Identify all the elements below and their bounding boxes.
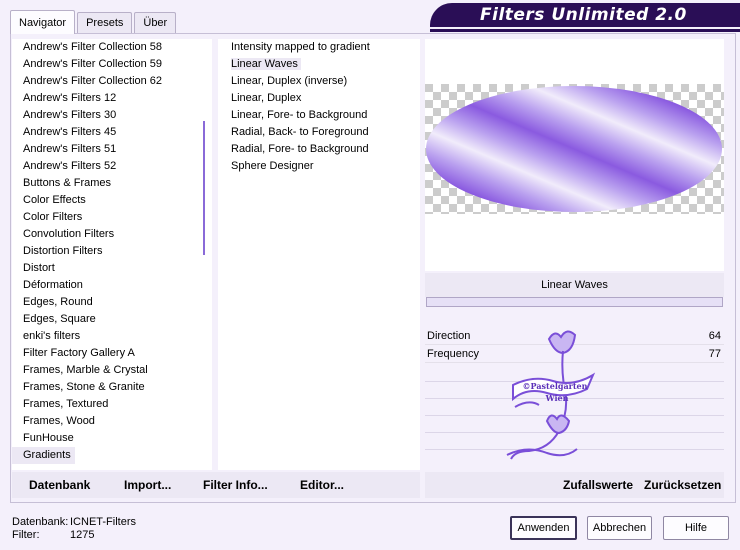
category-item[interactable]: Color Effects [12,192,198,209]
watermark-text: Wien [545,393,569,403]
category-item[interactable]: Color Filters [12,209,198,226]
category-list[interactable]: Andrew's Filter Collection 58 Andrew's F… [12,39,198,470]
filter-item[interactable]: Sphere Designer [218,158,420,175]
hilfe-button[interactable]: Hilfe [663,516,729,540]
anwenden-button[interactable]: Anwenden [510,516,577,540]
param-value: 77 [708,348,721,360]
category-item[interactable]: Filter Factory Gallery A [12,345,198,362]
tab-bar: Navigator Presets Über [10,10,178,34]
watermark-text: ©Pastelgarten [523,381,588,391]
category-item[interactable]: Frames, Wood [12,413,198,430]
scrollbar-thumb[interactable] [203,121,205,255]
category-item[interactable]: Déformation [12,277,198,294]
tab-presets[interactable]: Presets [77,12,133,34]
filter-item[interactable]: Intensity mapped to gradient [218,39,420,56]
category-item[interactable]: Andrew's Filters 12 [12,90,198,107]
category-item[interactable]: Andrew's Filters 51 [12,141,198,158]
status-value: 1275 [70,529,95,541]
zuruecksetzen-button[interactable]: Zurücksetzen [644,478,721,492]
watermark-logo: ©Pastelgarten Wien [506,330,596,460]
category-item[interactable]: Frames, Textured [12,396,198,413]
status-value: ICNET-Filters [70,516,136,528]
category-item[interactable]: Andrew's Filter Collection 58 [12,39,198,56]
category-item[interactable]: Frames, Marble & Crystal [12,362,198,379]
filter-item[interactable]: Linear, Duplex [218,90,420,107]
app-title: Filters Unlimited 2.0 [430,3,740,32]
preview-image [425,84,724,214]
filter-item[interactable]: Linear, Fore- to Background [218,107,420,124]
filter-item[interactable]: Linear, Duplex (inverse) [218,73,420,90]
category-item[interactable]: FunHouse [12,430,198,447]
filter-item-label: Linear Waves [231,58,301,70]
category-item-selected[interactable]: Gradients [12,447,75,464]
filter-item-selected[interactable]: Linear Waves [218,56,420,73]
param-label: Frequency [427,348,479,360]
status-filter-count: Filter: 1275 [12,529,94,541]
category-item[interactable]: Distortion Filters [12,243,198,260]
category-item[interactable]: enki's filters [12,328,198,345]
tab-ueber[interactable]: Über [134,12,177,34]
category-scrollbar[interactable] [198,39,212,470]
category-item[interactable]: Andrew's Filters 30 [12,107,198,124]
category-item[interactable]: Andrew's Filter Collection 59 [12,56,198,73]
preview-pane [425,39,724,271]
tab-navigator[interactable]: Navigator [10,10,76,34]
datenbank-button[interactable]: Datenbank [29,478,90,492]
param-value: 64 [708,330,721,342]
filter-item[interactable]: Radial, Fore- to Background [218,141,420,158]
param-label: Direction [427,330,471,342]
filters-unlimited-dialog: Filters Unlimited 2.0 Navigator Presets … [0,0,740,550]
status-datenbank: Datenbank: ICNET-Filters [12,516,136,528]
filter-item[interactable]: Radial, Back- to Foreground [218,124,420,141]
current-filter-name: Linear Waves [425,273,724,297]
zufallswerte-button[interactable]: Zufallswerte [563,478,633,492]
category-item[interactable]: Edges, Round [12,294,198,311]
editor-button[interactable]: Editor... [300,478,344,492]
status-label: Filter: [12,529,40,541]
category-item[interactable]: Andrew's Filters 45 [12,124,198,141]
category-item[interactable]: Andrew's Filter Collection 62 [12,73,198,90]
filter-list[interactable]: Intensity mapped to gradient Linear Wave… [218,39,420,470]
filter-progress-bar [426,297,723,307]
category-item[interactable]: Edges, Square [12,311,198,328]
abbrechen-button[interactable]: Abbrechen [587,516,652,540]
filter-info-button[interactable]: Filter Info... [203,478,268,492]
category-item[interactable]: Distort [12,260,198,277]
category-item[interactable]: Buttons & Frames [12,175,198,192]
category-item[interactable]: Convolution Filters [12,226,198,243]
status-label: Datenbank: [12,516,69,528]
import-button[interactable]: Import... [124,478,171,492]
category-item[interactable]: Frames, Stone & Granite [12,379,198,396]
category-item[interactable]: Andrew's Filters 52 [12,158,198,175]
